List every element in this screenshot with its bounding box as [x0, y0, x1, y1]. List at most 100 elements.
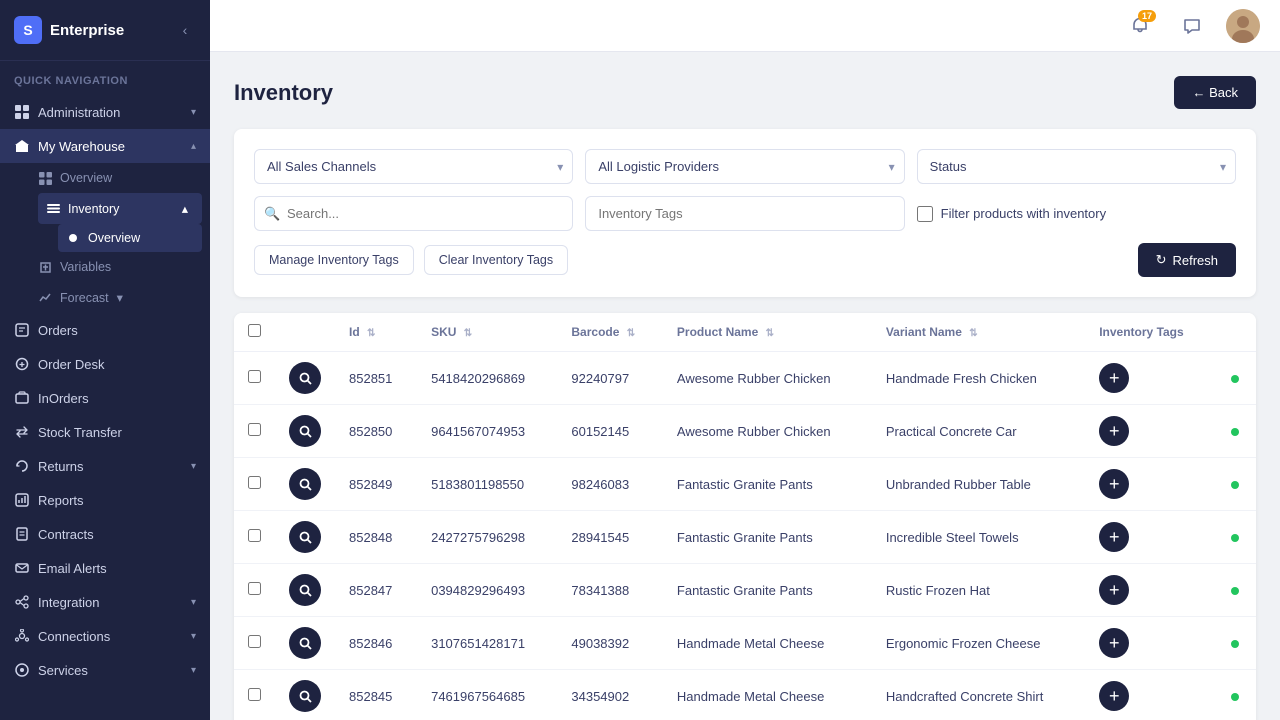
manage-inventory-tags-button[interactable]: Manage Inventory Tags	[254, 245, 414, 275]
row-product-name: Fantastic Granite Pants	[663, 564, 872, 617]
notifications-bell-button[interactable]: 17	[1122, 8, 1158, 44]
status-dot	[1231, 587, 1239, 595]
tags-wrapper	[585, 196, 904, 231]
row-id: 852850	[335, 405, 417, 458]
overview-icon	[38, 171, 52, 185]
row-status-cell	[1215, 511, 1256, 564]
refresh-button[interactable]: ↻ Refresh	[1138, 243, 1236, 277]
status-select[interactable]: Status	[917, 149, 1236, 184]
row-search-button[interactable]	[289, 680, 321, 712]
sidebar-item-my-warehouse[interactable]: My Warehouse ▴	[0, 129, 210, 163]
page-header: Inventory ← Back	[234, 76, 1256, 109]
order-desk-icon	[14, 356, 30, 372]
row-search-button[interactable]	[289, 468, 321, 500]
th-search	[275, 313, 335, 352]
sidebar-sub-label: Variables	[60, 260, 111, 274]
sort-sku-icon[interactable]: ⇅	[464, 328, 472, 339]
filter-row-2: 🔍 Filter products with inventory	[254, 196, 1236, 231]
status-dot	[1231, 534, 1239, 542]
sidebar-item-integration[interactable]: Integration ▾	[0, 585, 210, 619]
row-status-cell	[1215, 564, 1256, 617]
notification-count: 17	[1138, 10, 1156, 22]
row-search-button[interactable]	[289, 627, 321, 659]
row-search-button[interactable]	[289, 521, 321, 553]
select-all-checkbox[interactable]	[248, 324, 261, 337]
sidebar-item-label: Stock Transfer	[38, 425, 122, 440]
sort-variant-icon[interactable]: ⇅	[969, 328, 977, 339]
add-tag-button[interactable]: +	[1099, 681, 1129, 711]
th-product-name: Product Name ⇅	[663, 313, 872, 352]
sidebar-item-returns[interactable]: Returns ▾	[0, 449, 210, 483]
inventory-tags-input[interactable]	[585, 196, 904, 231]
filter-inventory-checkbox-row: Filter products with inventory	[917, 206, 1236, 222]
chat-button[interactable]	[1174, 8, 1210, 44]
sidebar-item-overview[interactable]: Overview	[38, 163, 210, 193]
sort-id-icon[interactable]: ⇅	[367, 328, 375, 339]
sort-barcode-icon[interactable]: ⇅	[627, 328, 635, 339]
sales-channel-select[interactable]: All Sales Channels	[254, 149, 573, 184]
add-tag-button[interactable]: +	[1099, 575, 1129, 605]
row-sku: 5418420296869	[417, 352, 557, 405]
sidebar-item-inorders[interactable]: InOrders	[0, 381, 210, 415]
variables-icon	[38, 260, 52, 274]
chevron-down-icon: ▾	[191, 107, 196, 118]
sidebar-item-variables[interactable]: Variables	[38, 252, 210, 282]
user-avatar[interactable]	[1226, 9, 1260, 43]
sidebar-item-label: My Warehouse	[38, 139, 125, 154]
sidebar-item-contracts[interactable]: Contracts	[0, 517, 210, 551]
sidebar-item-connections[interactable]: Connections ▾	[0, 619, 210, 653]
sidebar-item-administration[interactable]: Administration ▾	[0, 95, 210, 129]
row-checkbox[interactable]	[248, 688, 261, 701]
row-checkbox[interactable]	[248, 582, 261, 595]
add-tag-button[interactable]: +	[1099, 469, 1129, 499]
row-product-name: Handmade Metal Cheese	[663, 670, 872, 720]
services-icon	[14, 662, 30, 678]
sidebar-item-email-alerts[interactable]: Email Alerts	[0, 551, 210, 585]
sidebar-item-order-desk[interactable]: Order Desk	[0, 347, 210, 381]
add-tag-button[interactable]: +	[1099, 522, 1129, 552]
search-icon: 🔍	[264, 206, 280, 222]
back-button[interactable]: ← Back	[1174, 76, 1256, 109]
row-search-button[interactable]	[289, 415, 321, 447]
add-tag-button[interactable]: +	[1099, 628, 1129, 658]
row-checkbox-cell	[234, 352, 275, 405]
sidebar-item-inv-overview[interactable]: Overview	[58, 224, 202, 252]
row-variant-name: Ergonomic Frozen Cheese	[872, 617, 1085, 670]
row-search-button[interactable]	[289, 574, 321, 606]
sidebar-item-services[interactable]: Services ▾	[0, 653, 210, 687]
sidebar-item-orders[interactable]: Orders	[0, 313, 210, 347]
status-dot	[1231, 375, 1239, 383]
add-tag-button[interactable]: +	[1099, 363, 1129, 393]
row-search-button[interactable]	[289, 362, 321, 394]
sidebar-item-reports[interactable]: Reports	[0, 483, 210, 517]
connections-icon	[14, 628, 30, 644]
row-checkbox[interactable]	[248, 370, 261, 383]
row-checkbox[interactable]	[248, 423, 261, 436]
sidebar-header: S Enterprise ‹	[0, 0, 210, 61]
logistic-provider-select[interactable]: All Logistic Providers	[585, 149, 904, 184]
chevron-down-icon: ▾	[191, 665, 196, 676]
row-checkbox[interactable]	[248, 476, 261, 489]
chevron-down-icon: ▾	[117, 290, 123, 305]
clear-inventory-tags-button[interactable]: Clear Inventory Tags	[424, 245, 568, 275]
integration-icon	[14, 594, 30, 610]
row-barcode: 49038392	[557, 617, 663, 670]
status-dot	[1231, 640, 1239, 648]
row-tags-cell: +	[1085, 511, 1214, 564]
sort-product-icon[interactable]: ⇅	[766, 328, 774, 339]
forecast-icon	[38, 291, 52, 305]
row-checkbox-cell	[234, 670, 275, 720]
table-row: 852851 5418420296869 92240797 Awesome Ru…	[234, 352, 1256, 405]
row-checkbox-cell	[234, 617, 275, 670]
search-input[interactable]	[254, 196, 573, 231]
sidebar-item-stock-transfer[interactable]: Stock Transfer	[0, 415, 210, 449]
sidebar-collapse-btn[interactable]: ‹	[174, 19, 196, 41]
row-checkbox[interactable]	[248, 529, 261, 542]
filter-inventory-checkbox[interactable]	[917, 206, 933, 222]
refresh-label: Refresh	[1172, 253, 1218, 268]
sidebar-item-inventory[interactable]: Inventory ▴	[38, 193, 202, 224]
sidebar-item-forecast[interactable]: Forecast ▾	[38, 282, 210, 313]
sidebar-item-label: InOrders	[38, 391, 89, 406]
add-tag-button[interactable]: +	[1099, 416, 1129, 446]
row-checkbox[interactable]	[248, 635, 261, 648]
